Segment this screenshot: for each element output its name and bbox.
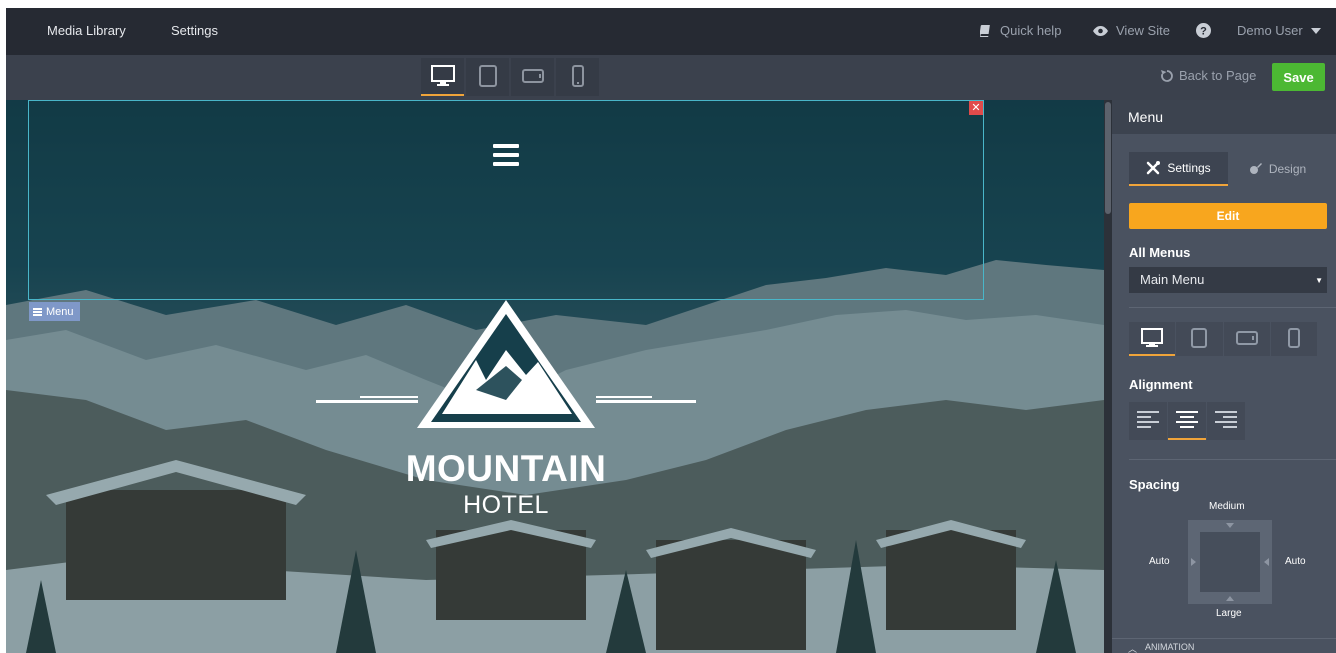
desktop-icon xyxy=(1141,328,1164,347)
save-button[interactable]: Save xyxy=(1272,63,1325,91)
align-left-button[interactable] xyxy=(1129,402,1167,440)
hamburger-menu-icon[interactable] xyxy=(493,144,519,166)
divider xyxy=(1129,307,1336,308)
properties-panel: Menu Settings Design Edit All Menus Main… xyxy=(1112,100,1336,653)
panel-tabs: Settings Design xyxy=(1129,152,1327,186)
tab-design-label: Design xyxy=(1268,162,1307,176)
quick-help-label: Quick help xyxy=(1000,23,1062,38)
user-menu[interactable]: Demo User xyxy=(1237,23,1321,38)
panel-device-tablet-landscape[interactable] xyxy=(1223,322,1270,356)
page-canvas: ✕ Menu MOUNTAIN HOTEL xyxy=(6,100,1104,653)
edit-menu-button[interactable]: Edit xyxy=(1129,203,1327,229)
spacing-label: Spacing xyxy=(1129,477,1180,492)
tab-settings-label: Settings xyxy=(1167,161,1211,175)
view-site-label: View Site xyxy=(1116,23,1170,38)
back-to-page-link[interactable]: Back to Page xyxy=(1160,68,1256,83)
spacing-control[interactable] xyxy=(1188,520,1272,604)
menu-select[interactable]: Main Menu ▼ xyxy=(1129,267,1327,293)
tablet-icon xyxy=(478,65,497,87)
animation-section-toggle[interactable]: ︿ ANIMATION xyxy=(1112,638,1336,653)
spacing-bottom-value[interactable]: Large xyxy=(1216,608,1242,619)
phone-icon xyxy=(571,65,584,87)
help-button[interactable]: ? xyxy=(1196,23,1211,38)
scrollbar-thumb[interactable] xyxy=(1105,102,1111,214)
tab-settings[interactable]: Settings xyxy=(1129,152,1228,186)
spacing-top-arrow-icon[interactable] xyxy=(1226,523,1234,528)
spacing-top-value[interactable]: Medium xyxy=(1209,501,1245,512)
device-tablet-button[interactable] xyxy=(466,58,509,96)
spacing-bottom-arrow-icon[interactable] xyxy=(1226,596,1234,601)
menu-select-value: Main Menu xyxy=(1140,272,1205,287)
panel-device-desktop[interactable] xyxy=(1129,322,1176,356)
logo-subtitle: HOTEL xyxy=(463,491,549,519)
editor-toolbar: Back to Page Save xyxy=(6,55,1336,100)
chevron-up-icon: ︿ xyxy=(1128,644,1138,653)
align-left-icon xyxy=(1137,411,1159,428)
panel-device-phone[interactable] xyxy=(1270,322,1317,356)
tablet-icon xyxy=(1191,328,1208,348)
nav-media-library[interactable]: Media Library xyxy=(47,23,126,38)
spacing-left-value[interactable]: Auto xyxy=(1149,556,1170,567)
tablet-landscape-icon xyxy=(521,69,544,83)
canvas-scrollbar[interactable] xyxy=(1104,100,1112,653)
panel-title: Menu xyxy=(1112,100,1336,134)
divider xyxy=(1129,459,1336,460)
spacing-right-arrow-icon[interactable] xyxy=(1264,558,1269,566)
book-icon xyxy=(980,25,990,37)
menu-block-tag[interactable]: Menu xyxy=(29,302,80,321)
brush-icon xyxy=(1249,163,1262,174)
tools-icon xyxy=(1147,161,1161,175)
nav-settings[interactable]: Settings xyxy=(171,23,218,38)
device-desktop-button[interactable] xyxy=(421,58,464,96)
phone-icon xyxy=(1287,328,1300,348)
tablet-landscape-icon xyxy=(1235,331,1258,345)
alignment-buttons xyxy=(1129,402,1245,440)
device-tablet-landscape-button[interactable] xyxy=(511,58,554,96)
spacing-left-arrow-icon[interactable] xyxy=(1191,558,1196,566)
panel-device-tablet[interactable] xyxy=(1176,322,1223,356)
align-center-button[interactable] xyxy=(1168,402,1206,440)
svg-text:?: ? xyxy=(1200,26,1207,38)
animation-label: ANIMATION xyxy=(1145,642,1195,652)
undo-icon xyxy=(1161,69,1173,82)
menu-block-selection[interactable] xyxy=(28,100,984,300)
device-phone-button[interactable] xyxy=(556,58,599,96)
question-icon: ? xyxy=(1196,23,1211,38)
alignment-label: Alignment xyxy=(1129,377,1193,392)
close-block-button[interactable]: ✕ xyxy=(969,101,983,115)
align-right-icon xyxy=(1215,411,1237,428)
spacing-right-value[interactable]: Auto xyxy=(1285,556,1306,567)
device-switcher xyxy=(421,58,599,96)
logo-title: MOUNTAIN xyxy=(405,448,607,489)
caret-down-icon xyxy=(1310,27,1321,34)
quick-help-link[interactable]: Quick help xyxy=(980,23,1061,38)
list-icon xyxy=(33,307,42,316)
panel-device-switcher xyxy=(1129,322,1317,356)
back-label: Back to Page xyxy=(1179,68,1257,83)
desktop-icon xyxy=(430,65,455,86)
align-right-button[interactable] xyxy=(1207,402,1245,440)
select-caret-icon: ▼ xyxy=(1315,276,1323,285)
top-navbar: Media Library Settings Quick help View S… xyxy=(6,8,1336,55)
eye-icon xyxy=(1093,25,1108,36)
align-center-icon xyxy=(1176,411,1198,428)
menu-tag-label: Menu xyxy=(46,305,74,318)
user-name: Demo User xyxy=(1237,23,1303,38)
spacing-content-box xyxy=(1200,532,1260,592)
view-site-link[interactable]: View Site xyxy=(1093,23,1170,38)
tab-design[interactable]: Design xyxy=(1228,152,1327,186)
all-menus-label: All Menus xyxy=(1129,245,1191,260)
